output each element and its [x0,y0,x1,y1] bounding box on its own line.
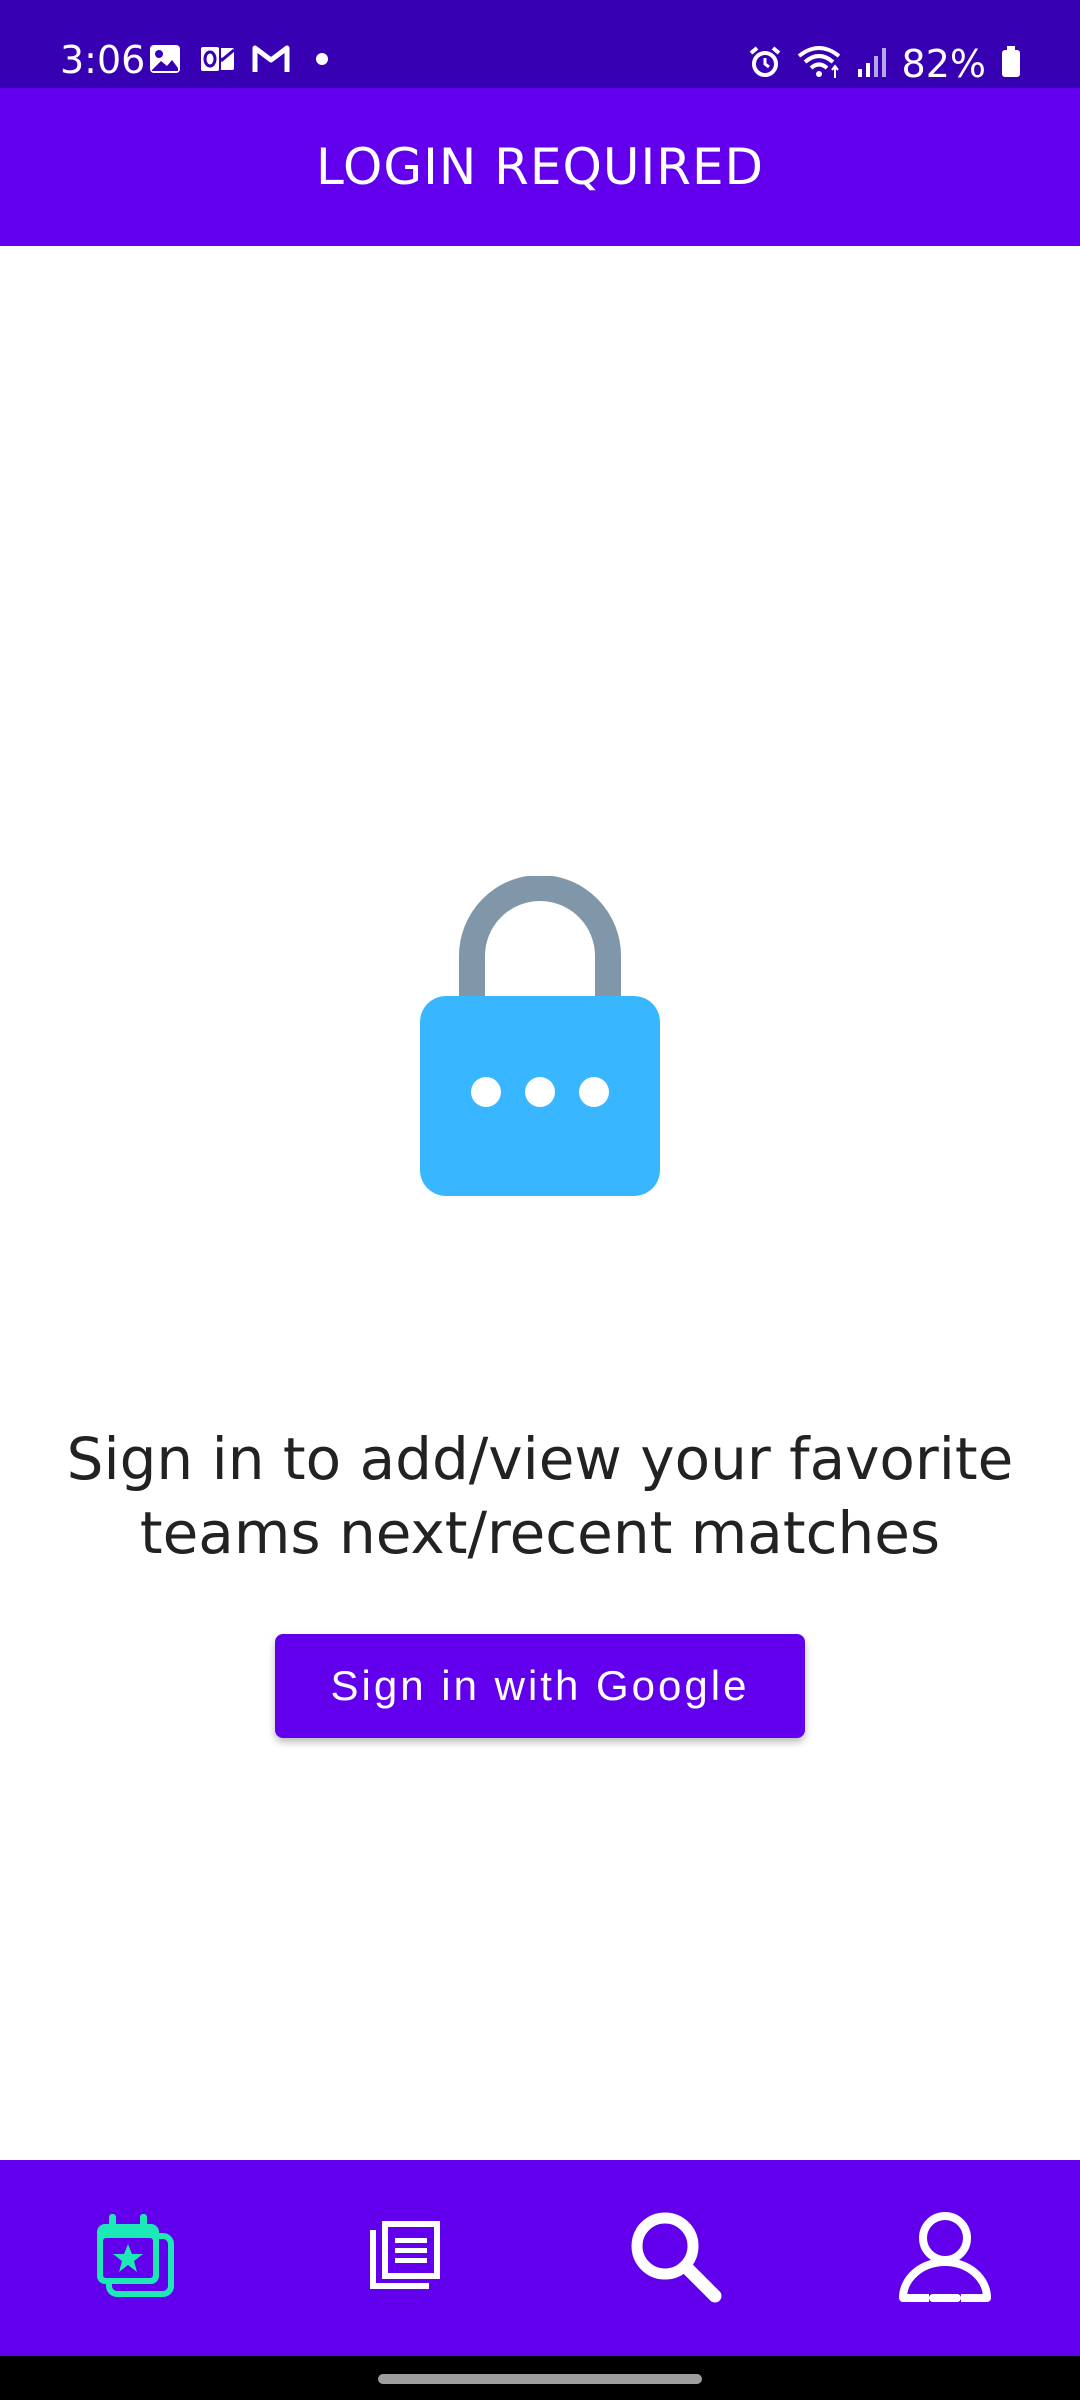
nav-item-favorites[interactable] [65,2188,205,2328]
nav-item-profile[interactable] [875,2188,1015,2328]
alarm-icon [748,45,782,83]
news-icon [369,2220,441,2296]
gmail-icon [252,44,290,78]
search-icon [627,2208,723,2308]
screen: 3:06 82% LOGIN REQUIRED Sign in to add/v… [0,0,1080,2400]
page-title: LOGIN REQUIRED [315,138,765,196]
status-time: 3:06 [60,38,146,82]
lock-icon [420,875,660,1196]
nav-item-news[interactable] [335,2188,475,2328]
app-bar: LOGIN REQUIRED [0,88,1080,246]
signal-icon [856,45,888,83]
status-right-icons: 82% [748,40,1022,88]
notification-dot-icon [306,49,334,73]
nav-item-search[interactable] [605,2188,745,2328]
system-nav-bar [0,2356,1080,2400]
gallery-icon [148,42,182,80]
bottom-nav [0,2160,1080,2356]
profile-icon [897,2208,993,2308]
gesture-handle[interactable] [378,2374,702,2384]
battery-text: 82% [901,42,986,86]
status-left-icons [148,42,334,80]
signin-message: Sign in to add/view your favorite teams … [66,1425,1014,1567]
google-signin-button[interactable]: Sign in with Google [275,1634,805,1738]
outlook-icon [198,42,236,80]
status-bar: 3:06 82% [0,0,1080,88]
battery-icon [1000,45,1022,83]
wifi-icon [796,44,842,84]
calendar-star-icon [95,2214,175,2302]
